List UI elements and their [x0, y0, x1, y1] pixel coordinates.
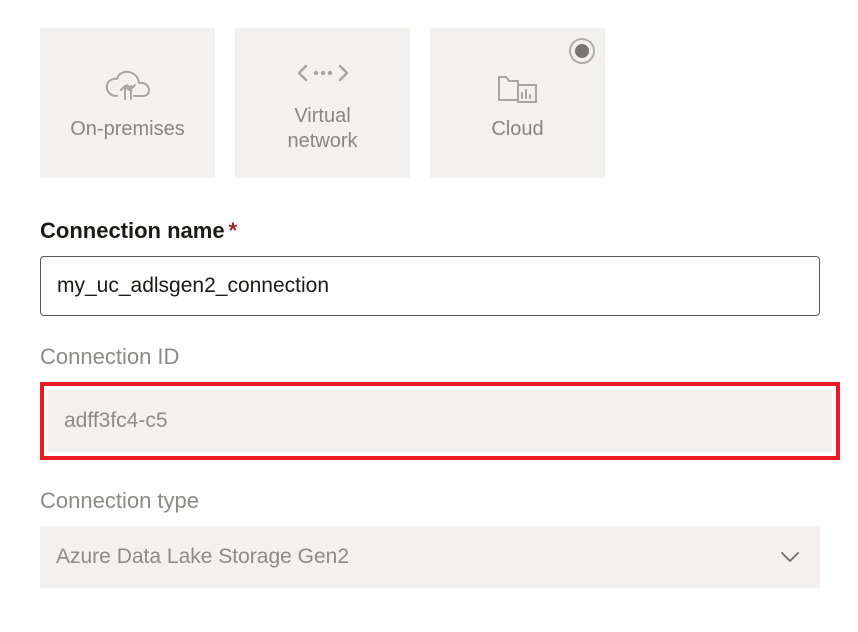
connection-id-highlight: adff3fc4-c5: [40, 382, 840, 460]
connection-id-label: Connection ID: [40, 344, 818, 370]
connection-type-select[interactable]: Azure Data Lake Storage Gen2: [40, 526, 820, 588]
tile-virtual-network[interactable]: Virtual network: [235, 28, 410, 178]
connection-type-field: Connection type Azure Data Lake Storage …: [40, 488, 818, 588]
connection-id-value: adff3fc4-c5: [48, 390, 832, 452]
tile-label: Cloud: [491, 117, 543, 142]
chevron-down-icon: [780, 545, 800, 569]
connection-type-label: Connection type: [40, 488, 818, 514]
tile-cloud[interactable]: Cloud: [430, 28, 605, 178]
connection-name-label: Connection name*: [40, 218, 818, 244]
virtual-network-icon: [293, 52, 353, 94]
tile-on-premises[interactable]: On-premises: [40, 28, 215, 178]
label-text: Connection name: [40, 218, 225, 243]
cloud-sync-icon: [98, 65, 158, 107]
connection-name-input[interactable]: [40, 256, 820, 316]
connection-name-field: Connection name*: [40, 218, 818, 316]
selected-radio-icon: [569, 38, 595, 64]
tile-label: Virtual network: [287, 104, 357, 154]
connection-id-field: Connection ID: [40, 344, 818, 370]
cloud-folder-icon: [488, 65, 548, 107]
connection-type-value: Azure Data Lake Storage Gen2: [56, 545, 349, 569]
tile-label: On-premises: [70, 117, 184, 142]
required-asterisk: *: [229, 218, 238, 243]
gateway-type-tiles: On-premises Virtual network Cloud: [40, 28, 818, 178]
connection-id-text: adff3fc4-c5: [64, 409, 168, 433]
